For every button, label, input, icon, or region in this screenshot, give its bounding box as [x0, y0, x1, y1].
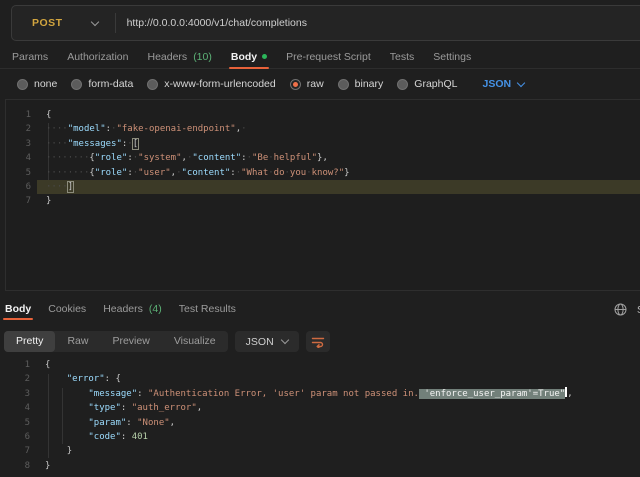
response-body-viewer[interactable]: 1{2 "error": {3 "message": "Authenticati… [0, 352, 640, 473]
tab-pre-request-script[interactable]: Pre-request Script [286, 45, 371, 69]
radio-icon [397, 79, 408, 90]
code-line[interactable]: 4········{"role":·"system",·"content":·"… [6, 151, 640, 165]
body-type-form-data[interactable]: form-data [71, 78, 133, 90]
tab-body[interactable]: Body [231, 45, 267, 69]
body-type-none[interactable]: none [17, 78, 57, 90]
code-line[interactable]: 4 "type": "auth_error", [0, 401, 640, 415]
body-type-row: none form-data x-www-form-urlencoded raw… [0, 70, 640, 98]
response-tab-test-results[interactable]: Test Results [179, 296, 236, 322]
view-visualize-button[interactable]: Visualize [162, 331, 228, 352]
code-line[interactable]: 2 "error": { [0, 372, 640, 386]
method-dropdown-chevron-icon[interactable] [90, 17, 98, 25]
line-number: 6 [0, 430, 30, 444]
code-line[interactable]: 5 "param": "None", [0, 416, 640, 430]
line-number: 7 [6, 194, 31, 208]
headers-count-badge: (10) [193, 51, 212, 63]
line-number: 1 [6, 108, 31, 122]
tab-settings[interactable]: Settings [433, 45, 471, 69]
chevron-down-icon [280, 336, 288, 344]
request-body-editor[interactable]: 1{2····"model":·"fake-openai-endpoint",·… [5, 99, 640, 291]
view-preview-button[interactable]: Preview [100, 331, 161, 352]
code-line[interactable]: 6····] [6, 180, 640, 194]
response-view-toolbar: Pretty Raw Preview Visualize JSON [4, 331, 330, 352]
line-number: 5 [6, 166, 31, 180]
body-modified-dot-icon [262, 54, 267, 59]
http-method-label[interactable]: POST [32, 17, 63, 29]
wrap-text-icon [311, 336, 325, 348]
view-pretty-button[interactable]: Pretty [4, 331, 55, 352]
body-type-binary[interactable]: binary [338, 78, 384, 90]
line-number: 8 [0, 459, 30, 473]
line-number: 2 [6, 122, 31, 136]
code-line[interactable]: 1{ [6, 108, 640, 122]
line-number: 6 [6, 180, 31, 194]
body-type-x-www-form-urlencoded[interactable]: x-www-form-urlencoded [147, 78, 275, 90]
line-number: 7 [0, 444, 30, 458]
request-url-bar: POST http://0.0.0.0:4000/v1/chat/complet… [11, 5, 640, 41]
response-tab-body[interactable]: Body [5, 296, 31, 322]
line-number: 4 [6, 151, 31, 165]
response-tab-headers[interactable]: Headers (4) [103, 296, 162, 322]
tab-headers[interactable]: Headers (10) [147, 45, 211, 69]
chevron-down-icon [517, 78, 525, 86]
radio-icon [147, 79, 158, 90]
code-line[interactable]: 7 } [0, 444, 640, 458]
response-headers-count-badge: (4) [149, 303, 162, 315]
code-line[interactable]: 8} [0, 459, 640, 473]
response-tabs: Body Cookies Headers (4) Test Results [0, 296, 640, 322]
code-line[interactable]: 1{ [0, 358, 640, 372]
line-number: 5 [0, 416, 30, 430]
wrap-text-button[interactable] [306, 331, 330, 352]
line-number: 1 [0, 358, 30, 372]
tab-params[interactable]: Params [12, 45, 48, 69]
tab-authorization[interactable]: Authorization [67, 45, 128, 69]
url-input[interactable]: http://0.0.0.0:4000/v1/chat/completions [127, 17, 307, 29]
tab-tests[interactable]: Tests [390, 45, 415, 69]
line-number: 2 [0, 372, 30, 386]
line-number: 3 [0, 387, 30, 401]
radio-icon [17, 79, 28, 90]
url-bar-divider [115, 13, 116, 33]
raw-language-select[interactable]: JSON [482, 78, 524, 90]
code-line[interactable]: 6 "code": 401 [0, 430, 640, 444]
code-line[interactable]: 2····"model":·"fake-openai-endpoint",· [6, 122, 640, 136]
radio-selected-icon [290, 79, 301, 90]
radio-icon [71, 79, 82, 90]
body-type-graphql[interactable]: GraphQL [397, 78, 457, 90]
view-switcher: Pretty Raw Preview Visualize [4, 331, 228, 352]
body-type-raw[interactable]: raw [290, 78, 324, 90]
globe-icon[interactable] [614, 303, 627, 321]
view-raw-button[interactable]: Raw [55, 331, 100, 352]
code-line[interactable]: 5········{"role":·"user",·"content":·"Wh… [6, 166, 640, 180]
line-number: 4 [0, 401, 30, 415]
radio-icon [338, 79, 349, 90]
code-line[interactable]: 7} [6, 194, 640, 208]
code-line[interactable]: 3 "message": "Authentication Error, 'use… [0, 387, 640, 401]
request-tabs: Params Authorization Headers (10) Body P… [0, 45, 640, 69]
response-format-select[interactable]: JSON [235, 331, 299, 352]
code-line[interactable]: 3····"messages":·[ [6, 137, 640, 151]
line-number: 3 [6, 137, 31, 151]
response-tab-cookies[interactable]: Cookies [48, 296, 86, 322]
